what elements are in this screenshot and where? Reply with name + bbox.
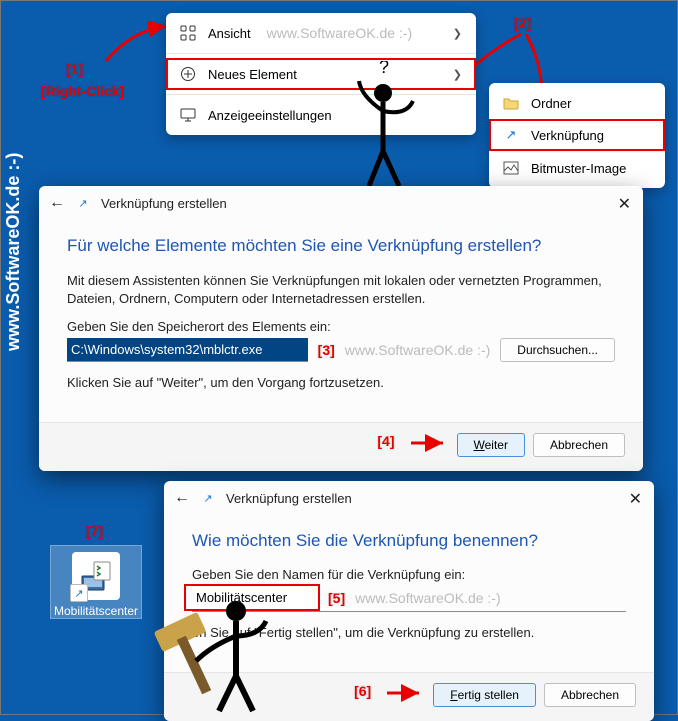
chevron-right-icon: ❯ bbox=[453, 68, 462, 81]
chevron-right-icon: ❯ bbox=[453, 27, 462, 40]
dialog1-titlebar: ← ↗ Verknüpfung erstellen bbox=[39, 186, 643, 220]
ctx-display-settings[interactable]: Anzeigeeinstellungen bbox=[166, 99, 476, 131]
dialog1-label: Geben Sie den Speicherort des Elements e… bbox=[67, 319, 615, 334]
annot-5: [5] bbox=[328, 590, 345, 606]
back-icon[interactable]: ← bbox=[174, 489, 190, 507]
close-icon[interactable]: ✕ bbox=[618, 194, 631, 214]
annot-6: [6] bbox=[354, 683, 371, 707]
grid-icon bbox=[180, 25, 196, 41]
dialog-create-shortcut-step1: ✕ ← ↗ Verknüpfung erstellen Für welche E… bbox=[39, 186, 643, 471]
ctx-view[interactable]: Ansicht www.SoftwareOK.de :-) ❯ bbox=[166, 17, 476, 49]
submenu-folder-label: Ordner bbox=[531, 96, 571, 111]
finish-button[interactable]: Fertig stellenFertig stellen bbox=[433, 683, 536, 707]
display-icon bbox=[180, 107, 196, 123]
ctx-display-label: Anzeigeeinstellungen bbox=[208, 108, 332, 123]
cancel-button[interactable]: Abbrechen bbox=[533, 433, 625, 457]
dialog1-heading: Für welche Elemente möchten Sie eine Ver… bbox=[67, 236, 615, 256]
desktop-shortcut-mobility[interactable]: ↗ Mobilitätscenter bbox=[51, 546, 141, 618]
shortcut-arrow-icon: ↗ bbox=[503, 127, 519, 143]
shortcut-arrow-icon: ↗ bbox=[75, 195, 91, 211]
submenu-shortcut[interactable]: ↗ Verknüpfung bbox=[489, 119, 665, 151]
watermark-inline: www.SoftwareOK.de :-) bbox=[267, 25, 413, 41]
watermark-vertical: www.SoftwareOK.de :-) bbox=[3, 153, 24, 351]
annot-2: [2] bbox=[514, 15, 531, 31]
watermark-inline: www.SoftwareOK.de :-) bbox=[355, 590, 501, 606]
shortcut-name-input[interactable] bbox=[192, 586, 312, 609]
submenu-bitmap-label: Bitmuster-Image bbox=[531, 161, 626, 176]
annot-1: [1] bbox=[66, 61, 83, 77]
shortcut-overlay-icon: ↗ bbox=[70, 584, 88, 602]
context-menu: Ansicht www.SoftwareOK.de :-) ❯ Neues El… bbox=[166, 13, 476, 135]
context-submenu-new: Ordner ↗ Verknüpfung Bitmuster-Image bbox=[489, 83, 665, 188]
desktop-shortcut-label: Mobilitätscenter bbox=[51, 604, 141, 618]
shortcut-arrow-icon: ↗ bbox=[200, 490, 216, 506]
annot-3: [3] bbox=[318, 342, 335, 358]
image-icon bbox=[503, 160, 519, 176]
submenu-bitmap[interactable]: Bitmuster-Image bbox=[489, 151, 665, 184]
back-icon[interactable]: ← bbox=[49, 194, 65, 212]
submenu-folder[interactable]: Ordner bbox=[489, 87, 665, 119]
dialog2-hint: en Sie auf "Fertig stellen", um die Verk… bbox=[192, 624, 626, 642]
shortcut-icon-box: ↗ bbox=[72, 552, 120, 600]
annot-4: [4] bbox=[377, 433, 394, 457]
dialog2-label: Geben Sie den Namen für die Verknüpfung … bbox=[192, 567, 626, 582]
dialog2-titlebar: ← ↗ Verknüpfung erstellen bbox=[164, 481, 654, 515]
dialog2-title: Verknüpfung erstellen bbox=[226, 491, 352, 506]
ctx-new-element[interactable]: Neues Element ❯ bbox=[166, 58, 476, 90]
red-arrow-4 bbox=[409, 433, 449, 453]
plus-circle-icon bbox=[180, 66, 196, 82]
dialog1-intro: Mit diesem Assistenten können Sie Verknü… bbox=[67, 272, 615, 307]
ctx-new-label: Neues Element bbox=[208, 67, 297, 82]
ctx-view-label: Ansicht bbox=[208, 26, 251, 41]
ctx-separator bbox=[166, 53, 476, 54]
red-arrow-6 bbox=[385, 683, 425, 703]
browse-button[interactable]: Durchsuchen... bbox=[500, 338, 615, 362]
dialog1-hint: Klicken Sie auf "Weiter", um den Vorgang… bbox=[67, 374, 615, 392]
next-button[interactable]: WWeitereiter bbox=[457, 433, 525, 457]
annot-1-sub: [Right-Click] bbox=[41, 83, 124, 99]
cancel-button[interactable]: Abbrechen bbox=[544, 683, 636, 707]
folder-icon bbox=[503, 95, 519, 111]
submenu-shortcut-label: Verknüpfung bbox=[531, 128, 604, 143]
dialog2-heading: Wie möchten Sie die Verknüpfung benennen… bbox=[192, 531, 626, 551]
annot-7: [7] bbox=[86, 523, 103, 539]
location-input[interactable] bbox=[67, 338, 308, 362]
close-icon[interactable]: ✕ bbox=[629, 489, 642, 509]
ctx-separator bbox=[166, 94, 476, 95]
dialog1-title: Verknüpfung erstellen bbox=[101, 196, 227, 211]
dialog-create-shortcut-step2: ✕ ← ↗ Verknüpfung erstellen Wie möchten … bbox=[164, 481, 654, 721]
watermark-inline: www.SoftwareOK.de :-) bbox=[345, 342, 491, 358]
